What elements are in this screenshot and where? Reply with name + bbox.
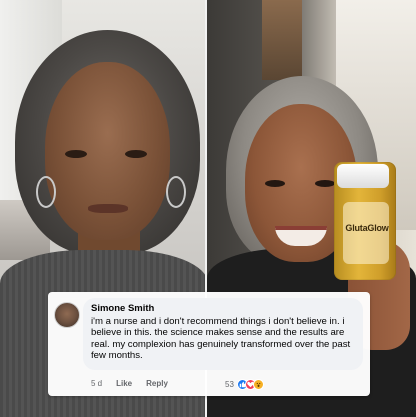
comment-time[interactable]: 5 d [91,379,102,388]
avatar[interactable] [54,302,80,328]
earring-icon [36,176,56,208]
wow-icon [252,378,264,390]
comment-actions: 5 d Like Reply [91,377,182,389]
comment-bubble: Simone Smith i'm a nurse and i don't rec… [83,298,363,370]
comment-author[interactable]: Simone Smith [91,303,355,315]
bottle-brand: GlutaGlow [345,223,389,233]
reaction-count: 53 [225,379,234,389]
reply-button[interactable]: Reply [146,379,168,388]
bottle-cap [337,164,389,188]
reaction-summary[interactable]: 53 [225,378,264,390]
earring-icon [166,176,186,208]
comment-card: Simone Smith i'm a nurse and i don't rec… [48,292,370,396]
comment-text: i'm a nurse and i don't recommend things… [91,316,351,362]
like-button[interactable]: Like [116,379,132,388]
before-face [45,62,170,240]
